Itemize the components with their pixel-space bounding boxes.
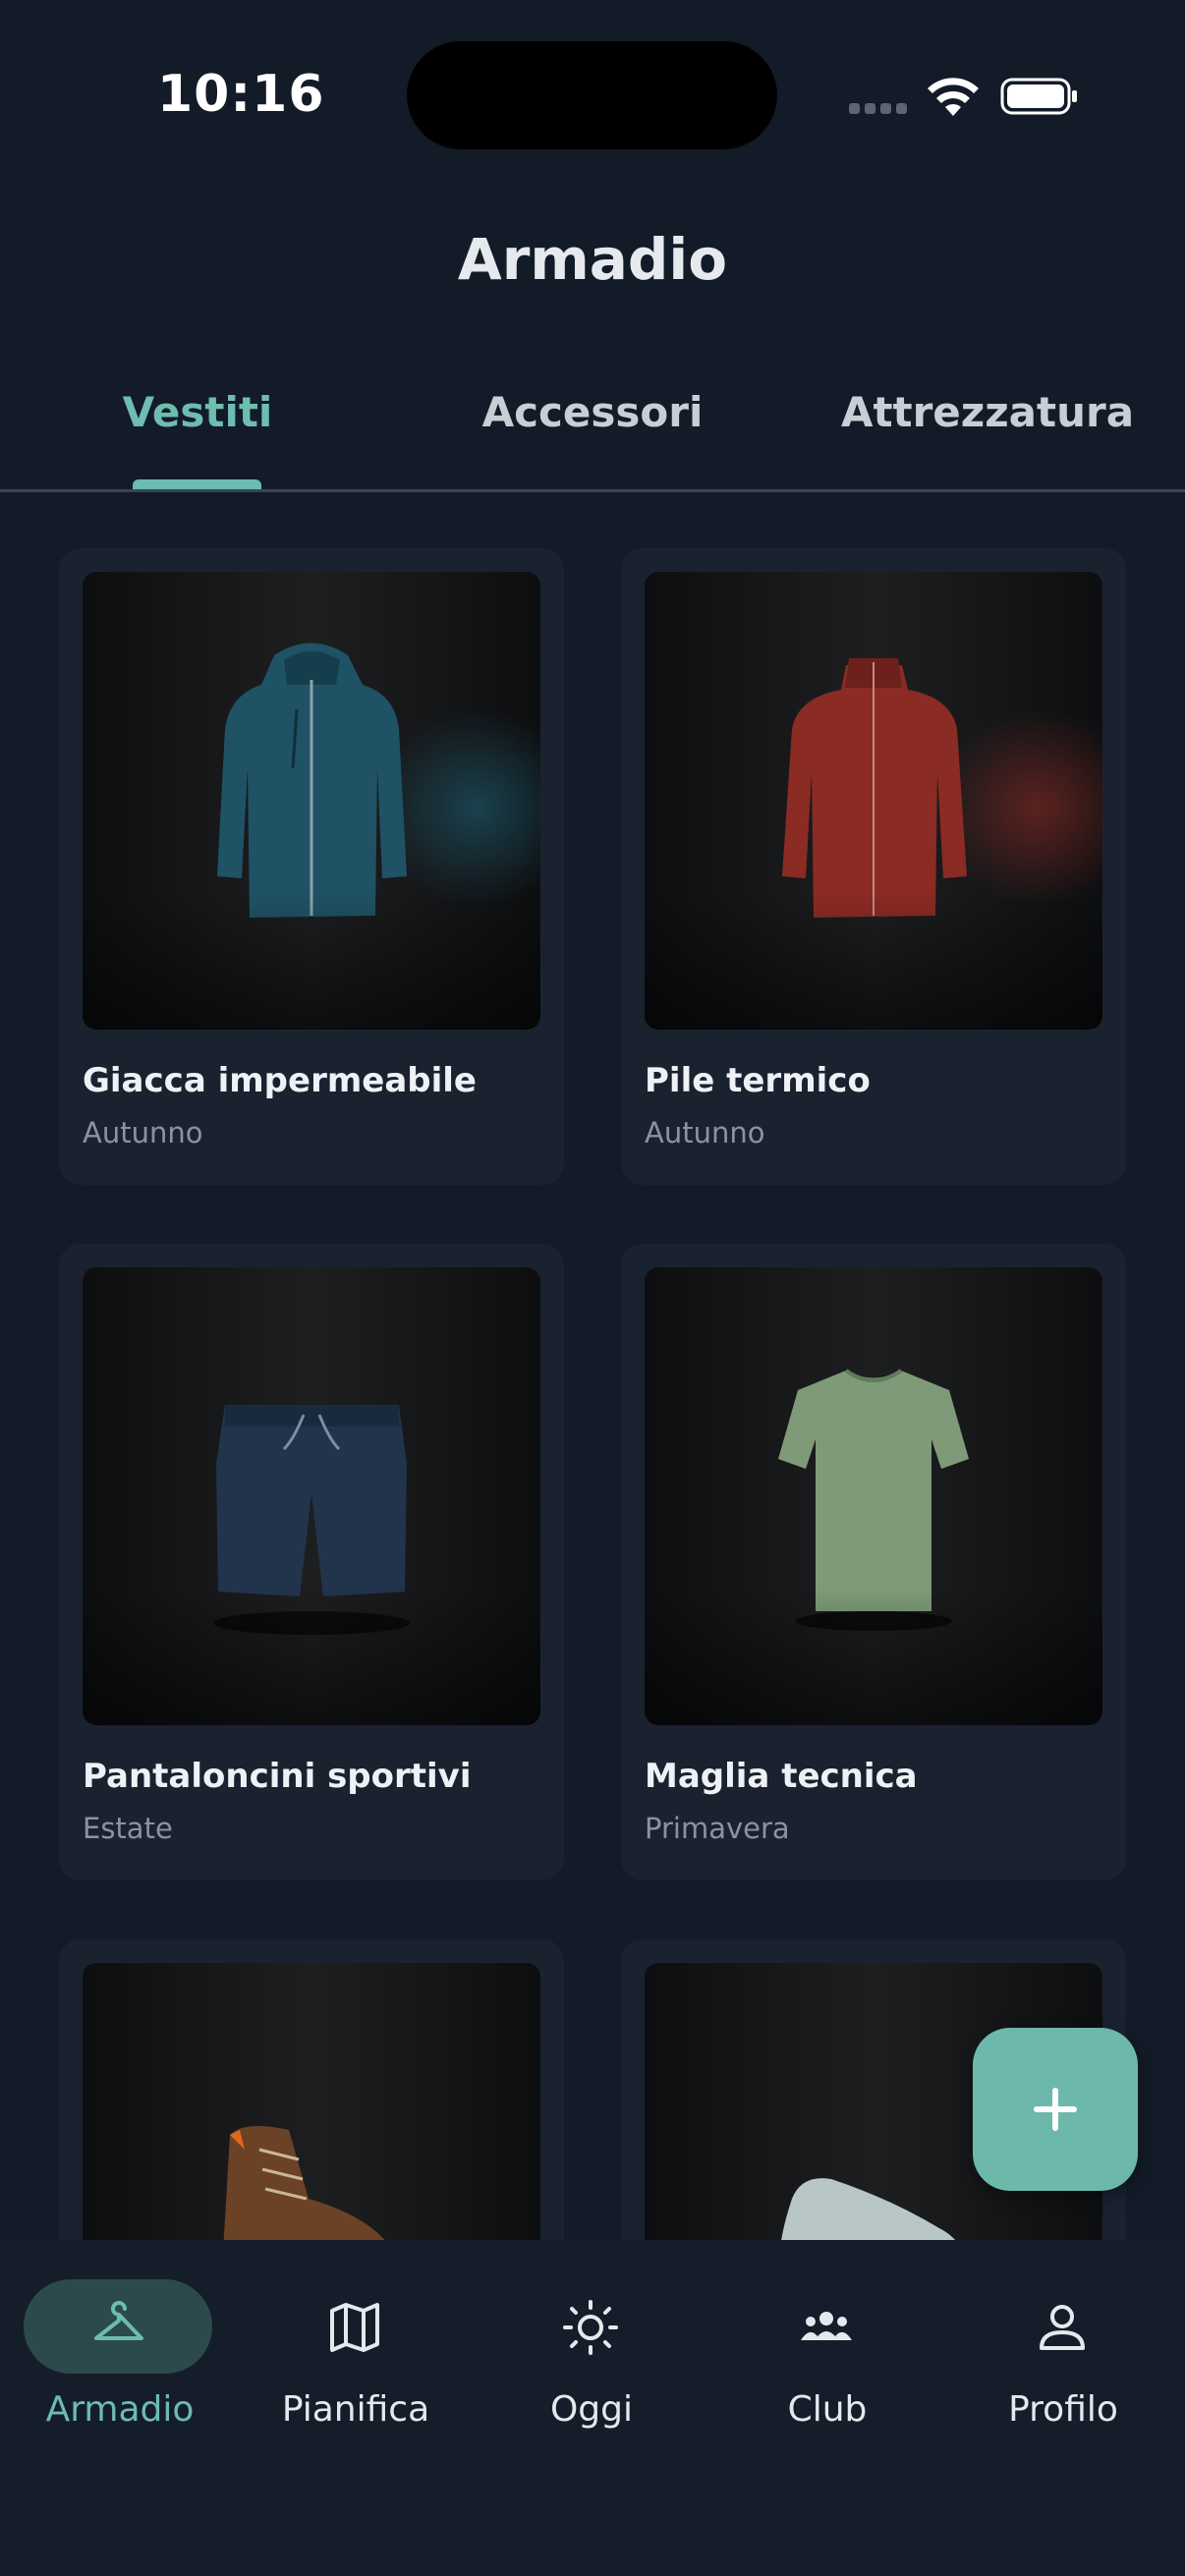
item-name: Maglia tecnica	[645, 1757, 918, 1796]
tab-attrezzatura[interactable]: Attrezzatura	[839, 388, 1136, 436]
add-item-button[interactable]	[973, 2028, 1138, 2191]
status-bar: 10:16	[0, 0, 1185, 187]
active-tab-indicator	[133, 479, 261, 489]
plus-icon	[1034, 2088, 1077, 2131]
item-name: Giacca impermeabile	[83, 1061, 477, 1100]
nav-item-profilo[interactable]: Profilo	[965, 2279, 1161, 2446]
battery-icon	[1000, 78, 1077, 115]
item-season: Autunno	[83, 1116, 203, 1149]
sun-icon	[563, 2300, 618, 2355]
dynamic-island	[407, 41, 777, 149]
nav-item-pianifica[interactable]: Pianifica	[257, 2279, 454, 2446]
nav-label: Pianifica	[281, 2389, 430, 2430]
tab-vestiti[interactable]: Vestiti	[69, 388, 326, 436]
wardrobe-item-card[interactable]: Giacca impermeabile Autunno	[59, 548, 564, 1185]
map-icon	[330, 2303, 379, 2352]
item-name: Pile termico	[645, 1061, 871, 1100]
user-icon	[1040, 2305, 1085, 2350]
tab-accessori[interactable]: Accessori	[454, 388, 731, 436]
item-image	[83, 572, 540, 1030]
item-season: Autunno	[645, 1116, 765, 1149]
wardrobe-item-card[interactable]: Pile termico Autunno	[621, 548, 1126, 1185]
nav-label: Oggi	[549, 2389, 634, 2430]
nav-label: Profilo	[1008, 2389, 1118, 2430]
wardrobe-item-card[interactable]: Maglia tecnica Primavera	[621, 1244, 1126, 1880]
nav-label: Club	[787, 2389, 868, 2430]
status-time: 10:16	[157, 65, 325, 124]
item-name: Pantaloncini sportivi	[83, 1757, 472, 1796]
bottom-navigation: Armadio Pianifica Oggi Club Profilo	[0, 2240, 1185, 2576]
hanger-icon	[94, 2301, 143, 2340]
wardrobe-item-card[interactable]: Pantaloncini sportivi Estate	[59, 1244, 564, 1880]
nav-item-club[interactable]: Club	[729, 2279, 926, 2446]
nav-item-armadio[interactable]: Armadio	[22, 2279, 218, 2446]
teal-rain-jacket-image	[217, 643, 540, 918]
nav-item-oggi[interactable]: Oggi	[493, 2279, 690, 2446]
nav-label: Armadio	[45, 2389, 195, 2430]
item-image	[645, 572, 1102, 1030]
cellular-signal-icon	[849, 103, 908, 117]
item-image	[645, 1267, 1102, 1725]
navy-shorts-image	[213, 1405, 410, 1635]
item-season: Primavera	[645, 1812, 790, 1845]
group-icon	[801, 2312, 852, 2340]
category-tabs: Vestiti Accessori Attrezzatura	[0, 364, 1185, 492]
wifi-icon	[928, 78, 979, 116]
green-tshirt-image	[778, 1369, 969, 1631]
item-season: Estate	[83, 1812, 173, 1845]
red-fleece-jacket-image	[782, 658, 1102, 918]
item-image	[83, 1267, 540, 1725]
page-title: Armadio	[457, 226, 728, 293]
